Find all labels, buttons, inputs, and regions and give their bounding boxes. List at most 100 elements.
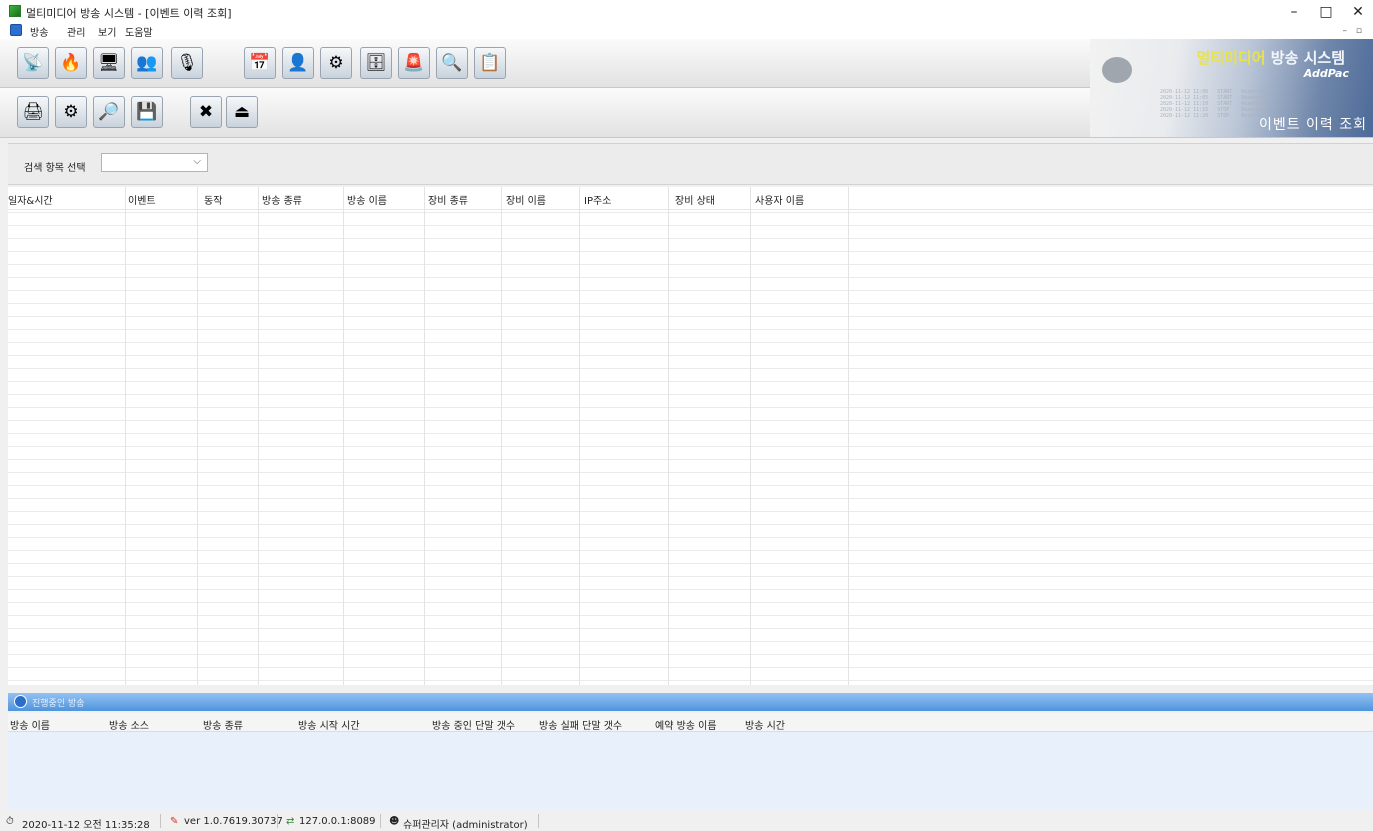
broadcast-icon: 📡: [22, 53, 44, 73]
voice-broadcast-button[interactable]: 🎙: [171, 47, 203, 79]
search-panel: 검색 항목 선택 ⌵: [8, 143, 1373, 185]
mdi-window-controls[interactable]: – ▫: [1343, 26, 1365, 36]
user-management-button[interactable]: 👤: [282, 47, 314, 79]
banner-title: 멀티미디어 방송 시스템: [1196, 49, 1345, 67]
search-label: 검색 항목 선택: [24, 163, 86, 174]
column-divider: [197, 187, 198, 685]
status-bar: ⏱ 2020-11-12 오전 11:35:28 ✎ ver 1.0.7619.…: [0, 812, 1373, 831]
menu-manage[interactable]: 관리: [67, 24, 85, 39]
live-broadcast-title: 진행중인 방송: [32, 699, 85, 709]
column-datetime[interactable]: 일자&시간: [8, 192, 53, 207]
banner-decoration: 2020-11-12 11:00 START Reserved 2020-11-…: [1160, 89, 1266, 119]
print-button[interactable]: 🖨: [17, 96, 49, 128]
voice-broadcast-icon: 🎙: [176, 53, 198, 73]
column-broadcast-type[interactable]: 방송 종류: [203, 717, 243, 732]
schedule-icon: 📅: [249, 53, 271, 73]
status-divider: [380, 814, 381, 828]
column-device-name[interactable]: 장비 이름: [506, 192, 546, 207]
exit-icon: ⏏: [233, 102, 251, 122]
exit-button[interactable]: ⏏: [226, 96, 258, 128]
settings-icon: ⚙: [328, 53, 344, 73]
column-device-status[interactable]: 장비 상태: [675, 192, 715, 207]
settings-button[interactable]: ⚙: [320, 47, 352, 79]
status-version: ver 1.0.7619.30737: [184, 816, 283, 827]
print-preview-icon: 🔎: [98, 102, 120, 122]
emergency-broadcast-button[interactable]: 🔥: [55, 47, 87, 79]
save-icon: 💾: [136, 102, 158, 122]
restore-button[interactable]: □: [1309, 2, 1343, 22]
minimize-button[interactable]: –: [1277, 2, 1311, 22]
column-failed-terminals[interactable]: 방송 실패 단말 갯수: [539, 717, 622, 732]
search-button[interactable]: 🔍: [436, 47, 468, 79]
live-broadcast-header[interactable]: 진행중인 방송: [8, 693, 1373, 711]
live-broadcast-table[interactable]: 방송 이름 방송 소스 방송 종류 방송 시작 시간 방송 중인 단말 갯수 방…: [8, 713, 1373, 809]
column-divider: [501, 187, 502, 685]
emergency-119-icon: 🚨: [403, 53, 425, 73]
brand-banner: 2020-11-12 11:00 START Reserved 2020-11-…: [1090, 39, 1373, 137]
column-divider: [750, 187, 751, 685]
event-history-table[interactable]: 일자&시간 이벤트 동작 방송 종류 방송 이름 장비 종류 장비 이름 IP주…: [8, 187, 1373, 685]
menu-bar: 방송 관리 보기 도움말 – ▫: [0, 22, 1373, 39]
camera-icon: [1102, 57, 1132, 83]
menu-broadcast[interactable]: 방송: [30, 24, 48, 39]
group-broadcast-button[interactable]: 👥: [131, 47, 163, 79]
status-divider: [277, 814, 278, 828]
column-broadcast-source[interactable]: 방송 소스: [109, 717, 149, 732]
column-broadcast-name[interactable]: 방송 이름: [10, 717, 50, 732]
column-broadcast-name[interactable]: 방송 이름: [347, 192, 387, 207]
clock-icon: ⏱: [6, 816, 14, 827]
status-user: 슈퍼관리자 (administrator): [403, 820, 528, 831]
window-title: 멀티미디어 방송 시스템 - [이벤트 이력 조회]: [26, 7, 232, 20]
column-active-terminals[interactable]: 방송 중인 단말 갯수: [432, 717, 515, 732]
app-icon[interactable]: [9, 5, 21, 17]
print-setup-icon: ⚙: [63, 102, 79, 122]
event-icon: 📋: [479, 53, 501, 73]
brand-logo: AddPac: [1303, 67, 1349, 80]
device-control-button[interactable]: 🖥: [93, 47, 125, 79]
save-button[interactable]: 💾: [131, 96, 163, 128]
close-button[interactable]: ✕: [1341, 2, 1373, 22]
status-divider: [160, 814, 161, 828]
menu-help[interactable]: 도움말: [125, 24, 153, 39]
broadcast-button[interactable]: 📡: [17, 47, 49, 79]
dns-server-icon: 🗄: [365, 53, 387, 73]
column-divider: [343, 187, 344, 685]
title-bar: 멀티미디어 방송 시스템 - [이벤트 이력 조회] – □ ✕: [0, 0, 1373, 22]
network-icon: ⇄: [286, 816, 295, 827]
print-preview-button[interactable]: 🔎: [93, 96, 125, 128]
search-field-select[interactable]: ⌵: [101, 153, 208, 172]
column-start-time[interactable]: 방송 시작 시간: [298, 717, 360, 732]
document-icon[interactable]: [10, 24, 22, 36]
column-user-name[interactable]: 사용자 이름: [755, 192, 804, 207]
column-broadcast-time[interactable]: 방송 시간: [745, 717, 785, 732]
column-divider: [424, 187, 425, 685]
menu-view[interactable]: 보기: [98, 24, 116, 39]
schedule-button[interactable]: 📅: [244, 47, 276, 79]
delete-button[interactable]: ✖: [190, 96, 222, 128]
device-control-icon: 🖥: [98, 53, 120, 73]
emergency-119-button[interactable]: 🚨: [398, 47, 430, 79]
column-device-type[interactable]: 장비 종류: [428, 192, 468, 207]
status-divider: [538, 814, 539, 828]
user-management-icon: 👤: [287, 53, 309, 73]
dns-server-button[interactable]: 🗄: [360, 47, 392, 79]
column-event[interactable]: 이벤트: [128, 192, 156, 207]
status-datetime: 2020-11-12 오전 11:35:28: [22, 820, 150, 831]
user-icon: ☻: [389, 816, 400, 827]
column-divider: [258, 187, 259, 685]
column-divider: [125, 187, 126, 685]
print-setup-button[interactable]: ⚙: [55, 96, 87, 128]
live-table-header: 방송 이름 방송 소스 방송 종류 방송 시작 시간 방송 중인 단말 갯수 방…: [8, 713, 1373, 732]
group-broadcast-icon: 👥: [136, 53, 158, 73]
column-action[interactable]: 동작: [204, 192, 222, 207]
status-server: 127.0.0.1:8089: [299, 816, 376, 827]
print-icon: 🖨: [22, 102, 44, 122]
delete-icon: ✖: [198, 102, 214, 122]
search-icon: 🔍: [441, 53, 463, 73]
column-broadcast-type[interactable]: 방송 종류: [262, 192, 302, 207]
column-ip-address[interactable]: IP주소: [584, 192, 611, 207]
pencil-icon: ✎: [170, 816, 179, 827]
chevron-down-icon[interactable]: ⌵: [193, 156, 201, 167]
column-reserved-name[interactable]: 예약 방송 이름: [655, 717, 717, 732]
event-button[interactable]: 📋: [474, 47, 506, 79]
